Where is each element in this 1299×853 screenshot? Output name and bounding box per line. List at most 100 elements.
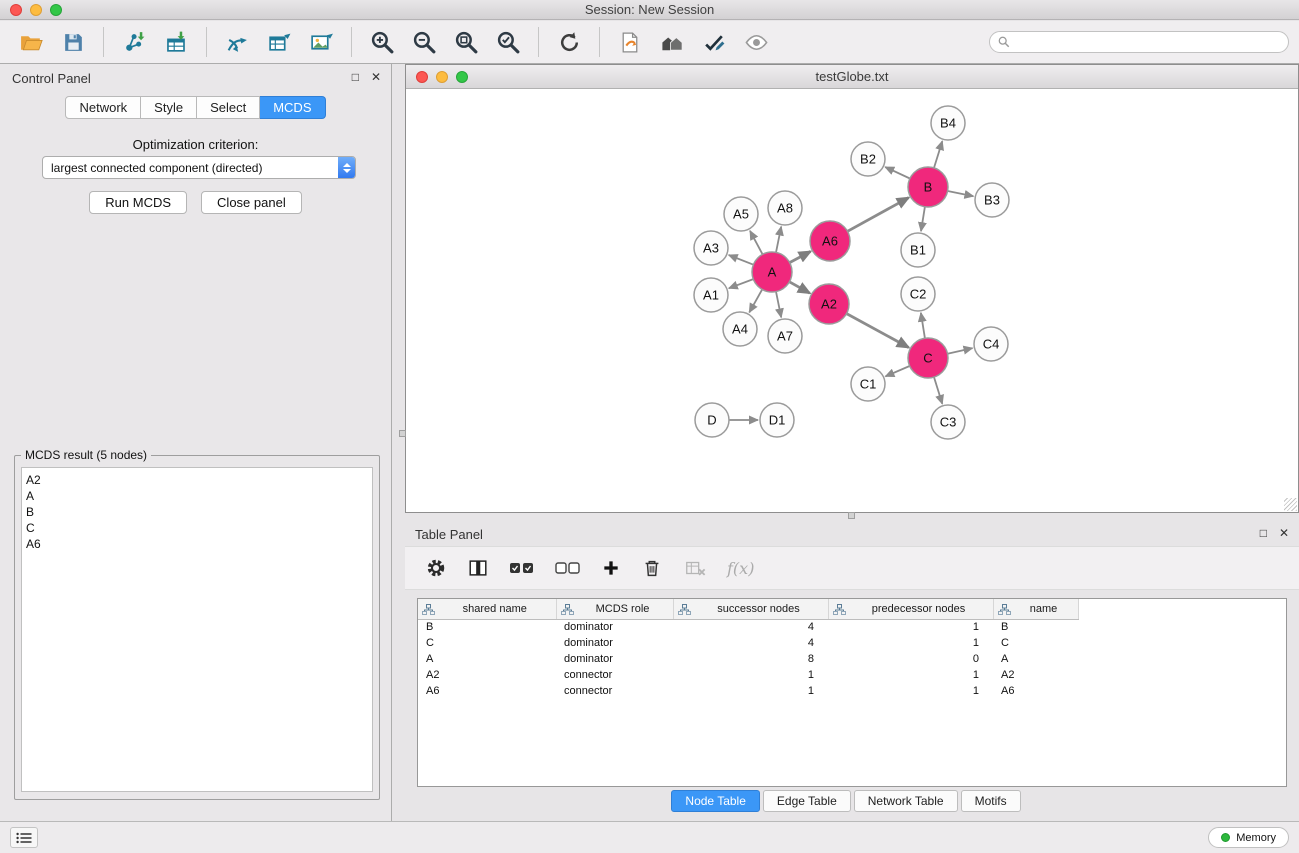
- import-network-from-file-button[interactable]: [115, 25, 153, 59]
- open-session-button[interactable]: [12, 25, 50, 59]
- minimize-network-window-button[interactable]: [436, 71, 448, 83]
- zoom-window-button[interactable]: [50, 4, 62, 16]
- network-node-A5[interactable]: A5: [724, 197, 758, 231]
- network-node-A1[interactable]: A1: [694, 278, 728, 312]
- network-edge-A-A3[interactable]: [729, 255, 754, 265]
- network-node-C3[interactable]: C3: [931, 405, 965, 439]
- memory-button[interactable]: Memory: [1208, 827, 1289, 848]
- network-edge-C-C3[interactable]: [934, 377, 942, 404]
- network-node-B2[interactable]: B2: [851, 142, 885, 176]
- table-row[interactable]: A2connector11A2: [418, 667, 1078, 683]
- new-table-button[interactable]: [260, 25, 298, 59]
- style-check-button[interactable]: [695, 25, 733, 59]
- result-item[interactable]: C: [26, 520, 372, 536]
- splitter-handle[interactable]: [399, 430, 406, 437]
- network-edge-A2-C[interactable]: [847, 314, 909, 348]
- tab-edge-table[interactable]: Edge Table: [763, 790, 851, 812]
- network-node-A[interactable]: A: [752, 252, 792, 292]
- optimization-criterion-select[interactable]: largest connected component (directed): [42, 156, 356, 179]
- close-panel-button[interactable]: Close panel: [201, 191, 302, 214]
- network-node-C2[interactable]: C2: [901, 277, 935, 311]
- zoom-out-button[interactable]: [405, 25, 443, 59]
- show-graphics-details-button[interactable]: [737, 25, 775, 59]
- network-node-A6[interactable]: A6: [810, 221, 850, 261]
- network-overview-button[interactable]: [653, 25, 691, 59]
- network-edge-B-B1[interactable]: [921, 207, 925, 231]
- result-item[interactable]: A: [26, 488, 372, 504]
- create-column-button[interactable]: [467, 557, 489, 579]
- network-node-A8[interactable]: A8: [768, 191, 802, 225]
- table-row[interactable]: Cdominator41C: [418, 635, 1078, 651]
- network-edge-A-A2[interactable]: [789, 282, 809, 293]
- tab-mcds[interactable]: MCDS: [260, 96, 325, 119]
- table-row[interactable]: Adominator80A: [418, 651, 1078, 667]
- close-window-button[interactable]: [10, 4, 22, 16]
- table-row[interactable]: A6connector11A6: [418, 683, 1078, 699]
- tab-network-table[interactable]: Network Table: [854, 790, 958, 812]
- network-node-A7[interactable]: A7: [768, 319, 802, 353]
- tab-select[interactable]: Select: [197, 96, 260, 119]
- network-node-C4[interactable]: C4: [974, 327, 1008, 361]
- table-settings-button[interactable]: [425, 557, 447, 579]
- delete-table-button[interactable]: [683, 557, 707, 579]
- float-table-panel-icon[interactable]: □: [1260, 527, 1267, 539]
- network-edge-C-C4[interactable]: [948, 348, 973, 354]
- network-node-A4[interactable]: A4: [723, 312, 757, 346]
- network-node-B[interactable]: B: [908, 167, 948, 207]
- network-edge-C-C1[interactable]: [885, 366, 909, 376]
- network-node-C[interactable]: C: [908, 338, 948, 378]
- close-network-window-button[interactable]: [416, 71, 428, 83]
- export-image-button[interactable]: [302, 25, 340, 59]
- network-document-button[interactable]: [611, 25, 649, 59]
- network-edge-B-B2[interactable]: [885, 167, 910, 179]
- select-all-rows-button[interactable]: [509, 560, 535, 576]
- mcds-result-list[interactable]: A2ABCA6: [21, 467, 373, 792]
- network-node-A2[interactable]: A2: [809, 284, 849, 324]
- network-edge-C-C2[interactable]: [921, 313, 925, 338]
- result-item[interactable]: B: [26, 504, 372, 520]
- zoom-network-window-button[interactable]: [456, 71, 468, 83]
- network-edge-A-A6[interactable]: [790, 251, 811, 262]
- column-header-MCDS-role[interactable]: MCDS role: [556, 599, 673, 619]
- network-node-C1[interactable]: C1: [851, 367, 885, 401]
- import-table-from-file-button[interactable]: [157, 25, 195, 59]
- network-edge-B-B3[interactable]: [948, 191, 974, 196]
- run-mcds-button[interactable]: Run MCDS: [89, 191, 187, 214]
- float-panel-icon[interactable]: □: [352, 71, 359, 83]
- tab-motifs[interactable]: Motifs: [961, 790, 1021, 812]
- zoom-fit-button[interactable]: [447, 25, 485, 59]
- search-input[interactable]: [1015, 35, 1280, 49]
- network-edge-A-A4[interactable]: [749, 289, 762, 312]
- network-node-B4[interactable]: B4: [931, 106, 965, 140]
- network-node-D[interactable]: D: [695, 403, 729, 437]
- function-builder-button[interactable]: f(x): [727, 559, 754, 578]
- network-node-B3[interactable]: B3: [975, 183, 1009, 217]
- deselect-all-rows-button[interactable]: [555, 560, 581, 576]
- result-item[interactable]: A6: [26, 536, 372, 552]
- close-panel-icon[interactable]: ✕: [371, 71, 381, 83]
- zoom-selected-button[interactable]: [489, 25, 527, 59]
- minimize-window-button[interactable]: [30, 4, 42, 16]
- network-edge-A6-B[interactable]: [848, 198, 909, 232]
- tab-style[interactable]: Style: [141, 96, 197, 119]
- close-table-panel-icon[interactable]: ✕: [1279, 527, 1289, 539]
- network-window-titlebar[interactable]: testGlobe.txt: [406, 65, 1298, 89]
- network-edge-A-A7[interactable]: [776, 292, 781, 318]
- column-header-name[interactable]: name: [993, 599, 1078, 619]
- delete-column-button[interactable]: [641, 557, 663, 579]
- save-session-button[interactable]: [54, 25, 92, 59]
- column-header-shared-name[interactable]: shared name: [418, 599, 556, 619]
- network-node-D1[interactable]: D1: [760, 403, 794, 437]
- network-node-B1[interactable]: B1: [901, 233, 935, 267]
- zoom-in-button[interactable]: [363, 25, 401, 59]
- tab-network[interactable]: Network: [65, 96, 141, 119]
- table-row[interactable]: Bdominator41B: [418, 619, 1078, 635]
- apply-layout-button[interactable]: [550, 25, 588, 59]
- network-canvas[interactable]: B4B2BB3A5A8A6B1A3AC2A1A2A4A7C4CC1C3DD1: [406, 90, 1298, 512]
- column-header-predecessor-nodes[interactable]: predecessor nodes: [828, 599, 993, 619]
- tab-node-table[interactable]: Node Table: [671, 790, 760, 812]
- app-titlebar[interactable]: Session: New Session: [0, 0, 1299, 20]
- network-edge-A-A5[interactable]: [750, 231, 763, 255]
- column-header-successor-nodes[interactable]: successor nodes: [673, 599, 828, 619]
- new-network-button[interactable]: [218, 25, 256, 59]
